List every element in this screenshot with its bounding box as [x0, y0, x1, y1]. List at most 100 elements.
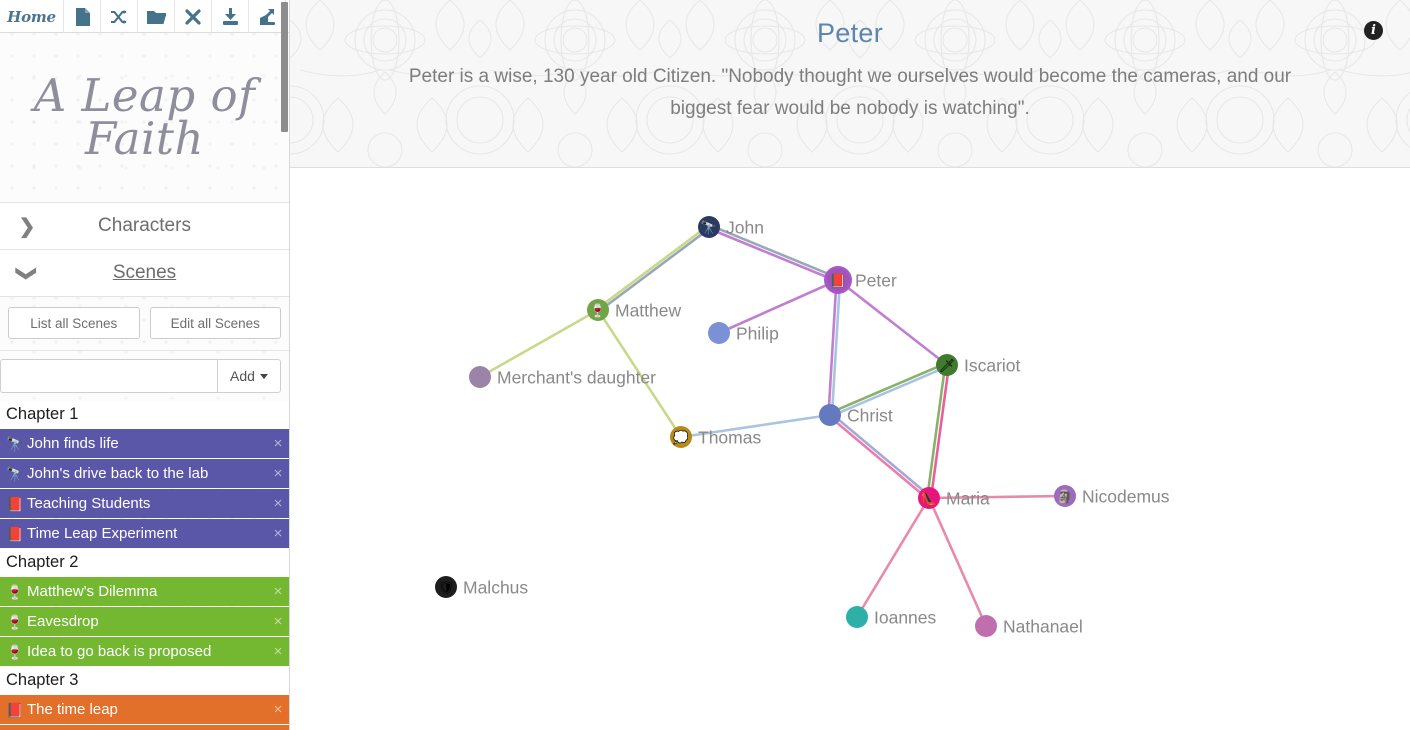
graph-edge	[836, 278, 949, 367]
close-x-icon	[185, 8, 201, 25]
list-all-scenes-button[interactable]: List all Scenes	[8, 307, 140, 339]
graph-node-matthew[interactable]: 🍷	[587, 299, 609, 321]
scene-label: Idea to go back is proposed	[27, 643, 212, 660]
scene-type-icon: 🍷	[6, 583, 24, 600]
scene-label: Time Leap Experiment	[27, 525, 178, 542]
graph-edge	[597, 226, 712, 313]
graph-edge	[717, 278, 840, 335]
close-button[interactable]	[175, 0, 212, 33]
graph-node-icon: 💭	[672, 429, 690, 445]
scene-type-icon: 📕	[6, 525, 24, 542]
graph-edges-layer	[478, 223, 1067, 628]
graph-edge	[827, 414, 930, 501]
graph-node-icon: 🛡	[437, 579, 455, 595]
graph-edge	[596, 308, 683, 439]
scene-label: Matthew's Dilemma	[27, 583, 158, 600]
graph-edge	[595, 224, 710, 311]
graph-node-nicodemus[interactable]: 🗿	[1054, 485, 1076, 507]
graph-node-merchant[interactable]	[469, 366, 491, 388]
scene-row[interactable]: 📕 Teaching Students ×	[0, 489, 289, 518]
scene-row[interactable]: 🔭 John finds life ×	[0, 429, 289, 458]
scene-type-icon: 🔭	[6, 465, 24, 482]
main-content: Peter Peter is a wise, 130 year old Citi…	[290, 0, 1410, 730]
shuffle-icon	[110, 9, 128, 25]
folder-open-icon	[146, 9, 166, 25]
graph-node-philip[interactable]	[708, 322, 730, 344]
graph-node-peter[interactable]: 📕	[827, 269, 849, 291]
caret-down-icon	[259, 373, 268, 379]
scene-row[interactable]: 🔭 John's drive back to the lab ×	[0, 459, 289, 488]
scene-type-icon: 🍷	[6, 613, 24, 630]
scene-row[interactable]: 🍷 Matthew's Dilemma ×	[0, 577, 289, 606]
graph-edge	[855, 496, 931, 619]
graph-edge	[707, 227, 839, 283]
scenes-panel: List all Scenes Edit all Scenes Add Chap…	[0, 297, 289, 730]
chapter-header: Chapter 3	[0, 667, 289, 695]
scene-row[interactable]: 📕Peter wakes up×	[0, 725, 289, 730]
graph-edge	[927, 496, 988, 628]
graph-node-maria[interactable]: 👠	[918, 487, 940, 509]
file-icon	[75, 7, 90, 26]
chevron-right-icon: ❯	[18, 215, 36, 238]
characters-section-title: Characters	[98, 215, 191, 236]
chapter-header: Chapter 1	[0, 401, 289, 429]
graph-edge	[708, 223, 841, 280]
graph-node-iscariot[interactable]: 🗡	[936, 354, 958, 376]
scene-type-icon: 📕	[6, 495, 24, 512]
open-folder-button[interactable]	[138, 0, 175, 33]
scene-label: Teaching Students	[27, 495, 151, 512]
graph-edge	[829, 365, 949, 418]
graph-edge	[927, 494, 1067, 500]
scene-label: The time leap	[27, 701, 118, 718]
add-scene-button[interactable]: Add	[217, 359, 281, 393]
scene-name-input[interactable]	[0, 359, 217, 393]
scene-row[interactable]: 🍷 Idea to go back is proposed ×	[0, 637, 289, 666]
graph-node-icon: 🍷	[589, 302, 607, 318]
sidebar-scroll-thumb[interactable]	[281, 2, 288, 132]
scene-label: John's drive back to the lab	[27, 465, 209, 482]
graph-node-malchus[interactable]: 🛡	[435, 576, 457, 598]
home-button[interactable]: Home	[0, 0, 64, 33]
scenes-section-title: Scenes	[112, 262, 177, 283]
page-title: Peter	[816, 18, 884, 48]
graph-node-thomas[interactable]: 💭	[670, 426, 692, 448]
logo-line-2: Faith	[85, 111, 204, 165]
graph-node-icon: 👠	[920, 490, 938, 506]
sidebar-scrollbar[interactable]	[280, 0, 289, 730]
new-file-button[interactable]	[64, 0, 101, 33]
scene-row[interactable]: 🍷 Eavesdrop ×	[0, 607, 289, 636]
character-description: Peter is a wise, 130 year old Citizen. "…	[408, 66, 1292, 119]
add-scene-label: Add	[230, 368, 255, 384]
graph-node-icon: 🗡	[938, 357, 956, 373]
scene-row[interactable]: 📕 The time leap ×	[0, 695, 289, 724]
characters-section-header[interactable]: ❯ Characters	[0, 203, 289, 250]
download-button[interactable]	[212, 0, 249, 33]
toolbar: Home	[0, 0, 289, 33]
graph-edge	[827, 361, 948, 415]
character-graph[interactable]: 🔭 John 📕 Peter 🍷 Matthew Philip Merchant's daug…	[290, 168, 1410, 730]
add-scene-row: Add	[0, 351, 289, 401]
app-logo: A Leap of Faith	[0, 33, 289, 203]
graph-node-icon: 🗿	[1056, 488, 1074, 504]
graph-node-ioannes[interactable]	[846, 606, 868, 628]
info-icon[interactable]: i	[1364, 21, 1383, 40]
graph-node-christ[interactable]	[819, 404, 841, 426]
character-header-inner: Peter Peter is a wise, 130 year old Citi…	[290, 0, 1410, 125]
chevron-down-icon: ❯	[15, 264, 38, 282]
graph-edge	[829, 412, 932, 498]
scene-type-icon: 🔭	[6, 435, 24, 452]
graph-node-nathanael[interactable]	[975, 615, 997, 637]
graph-node-icon: 📕	[829, 272, 847, 288]
graph-edge	[478, 308, 600, 379]
chapter-list: Chapter 1 🔭 John finds life × 🔭 John's drive …	[0, 401, 289, 730]
app-logo-text: A Leap of Faith	[20, 73, 270, 161]
graph-node-john[interactable]: 🔭	[698, 216, 720, 238]
edit-all-scenes-button[interactable]: Edit all Scenes	[149, 307, 281, 339]
character-header: Peter Peter is a wise, 130 year old Citi…	[290, 0, 1410, 168]
graph-edge	[925, 363, 947, 500]
scenes-section-header[interactable]: ❯ Scenes	[0, 250, 289, 297]
shuffle-button[interactable]	[101, 0, 138, 33]
scene-row[interactable]: 📕 Time Leap Experiment ×	[0, 519, 289, 548]
graph-edge	[929, 363, 951, 500]
scene-type-icon: 📕	[6, 701, 24, 718]
